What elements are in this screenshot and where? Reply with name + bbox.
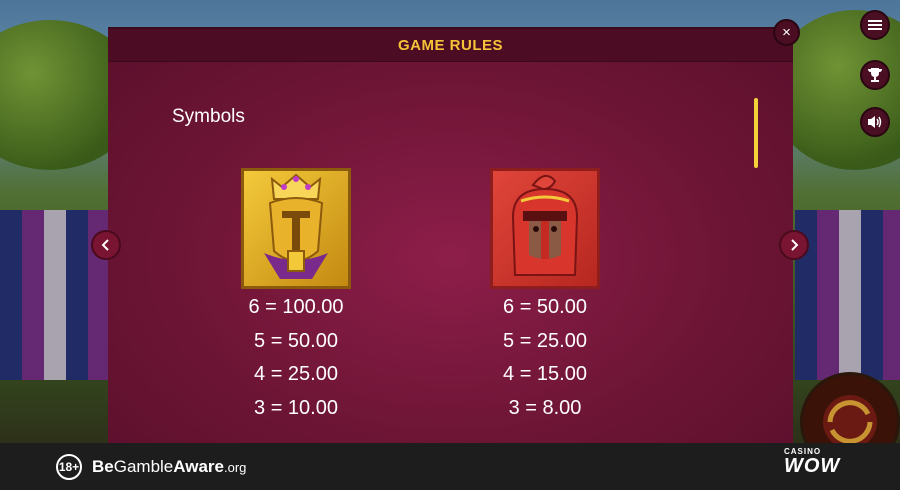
previous-page-button[interactable] xyxy=(91,230,121,260)
chevron-right-icon xyxy=(791,239,799,251)
gamble-aware-org: .org xyxy=(223,459,247,475)
section-title: Symbols xyxy=(172,106,245,127)
age-restriction-badge: 18+ xyxy=(56,453,82,480)
speaker-icon xyxy=(868,116,882,128)
sound-button[interactable] xyxy=(860,107,890,137)
next-page-button[interactable] xyxy=(779,230,809,260)
begambleaware-link[interactable]: BeGambleAware.org xyxy=(92,457,246,477)
payout-row: 3 = 10.00 xyxy=(254,396,338,419)
payout-row: 4 = 15.00 xyxy=(503,363,587,385)
red-helmet-icon xyxy=(511,174,579,276)
chevron-left-icon xyxy=(101,239,109,251)
gold-helmet-paytable: 6 = 100.00 5 = 50.00 4 = 25.00 3 = 10.00 xyxy=(241,291,351,425)
modal-title: GAME RULES xyxy=(397,36,503,54)
trophy-button[interactable] xyxy=(860,60,890,90)
payout-row: 5 = 25.00 xyxy=(503,329,587,352)
gamble-aware-aware: Aware xyxy=(173,456,224,476)
scrollbar-thumb[interactable] xyxy=(754,98,758,168)
casino-logo-name: WOW xyxy=(784,455,841,477)
payout-row: 4 = 25.00 xyxy=(254,363,338,385)
footer-bar: 18+ BeGambleAware.org xyxy=(0,443,900,490)
red-helmet-symbol xyxy=(490,168,600,289)
trophy-icon xyxy=(868,68,882,82)
close-icon: × xyxy=(782,24,791,41)
gamble-aware-gamble: Gamble xyxy=(113,456,174,476)
gamble-aware-be: Be xyxy=(92,456,114,476)
close-button[interactable]: × xyxy=(773,19,800,46)
gold-helmet-icon xyxy=(264,173,328,279)
menu-button[interactable] xyxy=(860,10,890,40)
modal-header: GAME RULES xyxy=(108,29,793,62)
game-rules-modal: GAME RULES Symbols 6 = 100.00 5 = 50.00 … xyxy=(108,27,793,451)
payout-row: 6 = 50.00 xyxy=(503,296,587,318)
payout-row: 6 = 100.00 xyxy=(248,296,344,318)
payout-row: 5 = 50.00 xyxy=(254,329,338,352)
casino-wow-logo: CASINO WOW xyxy=(784,447,840,476)
menu-icon xyxy=(868,20,882,30)
payout-row: 3 = 8.00 xyxy=(508,396,582,419)
gold-helmet-symbol xyxy=(241,168,351,289)
red-helmet-paytable: 6 = 50.00 5 = 25.00 4 = 15.00 3 = 8.00 xyxy=(490,291,600,425)
